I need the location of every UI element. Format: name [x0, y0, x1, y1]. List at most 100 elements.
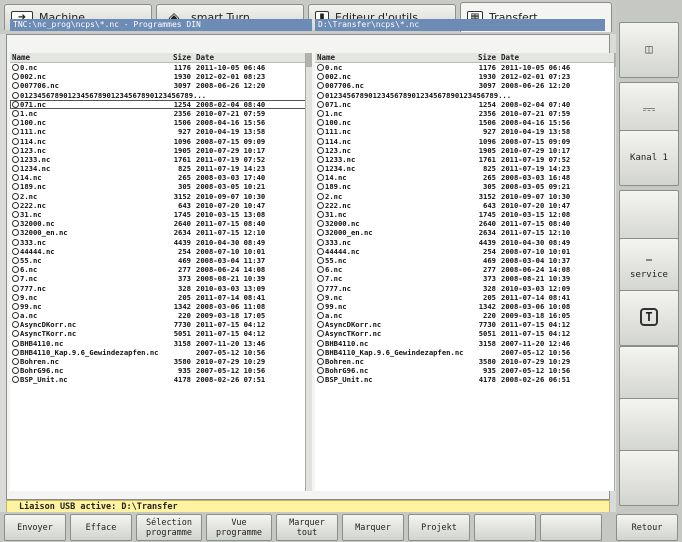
- file-row[interactable]: 071.nc 1254 2008-02-04 07:40: [315, 100, 621, 109]
- file-row[interactable]: 123.nc 1905 2010-07-29 10:17: [10, 146, 312, 155]
- file-row[interactable]: a.nc 220 2009-03-18 16:05: [315, 311, 621, 320]
- file-row[interactable]: 189.nc 305 2008-03-05 10:21: [10, 182, 312, 191]
- file-row[interactable]: 777.nc 328 2010-03-03 13:09: [10, 284, 312, 293]
- file-row[interactable]: 2.nc 3152 2010-09-07 10:30: [10, 192, 312, 201]
- file-row[interactable]: 7.nc 373 2008-08-21 10:39: [10, 274, 312, 283]
- view-program-button[interactable]: Vue programme: [206, 514, 272, 541]
- file-row[interactable]: 6.nc 277 2008-06-24 14:08: [315, 265, 621, 274]
- file-row[interactable]: BohrG96.nc 935 2007-05-12 10:56: [10, 366, 312, 375]
- file-row[interactable]: 99.nc 1342 2008-03-06 10:08: [315, 302, 621, 311]
- file-row[interactable]: 32000_en.nc 2634 2011-07-15 12:10: [315, 228, 621, 237]
- file-row[interactable]: 44444.nc 254 2008-07-10 10:01: [315, 247, 621, 256]
- file-row[interactable]: 31.nc 1745 2010-03-15 12:08: [315, 210, 621, 219]
- file-row[interactable]: AsyncTKorr.nc 5051 2011-07-15 04:12: [10, 329, 312, 338]
- send-button[interactable]: Envoyer: [4, 514, 66, 541]
- file-row[interactable]: 333.nc 4439 2010-04-30 08:49: [315, 238, 621, 247]
- file-row[interactable]: 1234.nc 825 2011-07-19 14:23: [10, 164, 312, 173]
- file-row[interactable]: a.nc 220 2009-03-18 17:05: [10, 311, 312, 320]
- scroll-thumb[interactable]: [306, 53, 312, 67]
- left-file-list[interactable]: Name Size Date 0.nc 1176 2011-10-05 06:46 0…: [10, 53, 312, 491]
- file-date: 2010-03-15 12:08: [501, 210, 571, 219]
- file-row[interactable]: 100.nc 1506 2008-04-16 15:56: [315, 118, 621, 127]
- file-row[interactable]: 99.nc 1342 2008-03-06 11:08: [10, 302, 312, 311]
- file-row[interactable]: AsyncDKorr.nc 7730 2011-07-15 04:12: [315, 320, 621, 329]
- file-row[interactable]: BHB4110_Kap.9.6_Gewindezapfen.nc 2007-05-…: [10, 348, 312, 357]
- projekt-button[interactable]: Projekt: [408, 514, 470, 541]
- file-row[interactable]: BohrG96.nc 935 2007-05-12 10:56: [315, 366, 621, 375]
- file-row[interactable]: 002.nc 1930 2012-02-01 08:23: [10, 72, 312, 81]
- side-key-8[interactable]: [619, 398, 679, 454]
- file-row[interactable]: 32000_en.nc 2634 2011-07-15 12:10: [10, 228, 312, 237]
- file-row[interactable]: 0.nc 1176 2011-10-05 06:46: [315, 63, 621, 72]
- file-row[interactable]: 123.nc 1905 2010-07-29 10:17: [315, 146, 621, 155]
- file-row[interactable]: 55.nc 469 2008-03-04 10:37: [315, 256, 621, 265]
- file-row[interactable]: 31.nc 1745 2010-03-15 13:08: [10, 210, 312, 219]
- file-size: 254: [178, 246, 191, 256]
- file-row[interactable]: 333.nc 4439 2010-04-30 08:49: [10, 238, 312, 247]
- file-row[interactable]: BHB4110.nc 3158 2007-11-20 13:46: [10, 339, 312, 348]
- file-row[interactable]: 14.nc 265 2008-03-03 17:40: [10, 173, 312, 182]
- file-row[interactable]: BHB4110_Kap.9.6_Gewindezapfen.nc 2007-05-…: [315, 348, 621, 357]
- file-row[interactable]: BHB4110.nc 3158 2007-11-20 12:46: [315, 339, 621, 348]
- file-row[interactable]: 222.nc 643 2010-07-20 10:47: [10, 201, 312, 210]
- empty-softkey-8[interactable]: [474, 514, 536, 541]
- back-button[interactable]: Retour: [616, 514, 678, 541]
- column-header-size[interactable]: Size: [160, 53, 194, 62]
- file-row[interactable]: 111.nc 927 2010-04-19 13:58: [315, 127, 621, 136]
- side-key-tool[interactable]: T: [619, 290, 679, 346]
- file-row[interactable]: 2.nc 3152 2010-09-07 10:30: [315, 192, 621, 201]
- column-header-date[interactable]: Date: [194, 53, 302, 62]
- file-row[interactable]: 189.nc 305 2008-03-05 09:21: [315, 182, 621, 191]
- file-row[interactable]: 1.nc 2356 2010-07-21 07:59: [315, 109, 621, 118]
- right-file-list[interactable]: Name Size Date 0.nc 1176 2011-10-05 06:46 0…: [315, 53, 621, 491]
- file-row[interactable]: 222.nc 643 2010-07-20 10:47: [315, 201, 621, 210]
- side-key-kanal[interactable]: Kanal 1: [619, 130, 679, 186]
- file-row[interactable]: 1233.nc 1761 2011-07-19 07:52: [10, 155, 312, 164]
- file-row[interactable]: 777.nc 328 2010-03-03 12:09: [315, 284, 621, 293]
- file-row[interactable]: 002.nc 1930 2012-02-01 07:23: [315, 72, 621, 81]
- column-header-name[interactable]: Name: [315, 53, 465, 62]
- file-row[interactable]: 9.nc 205 2011-07-14 08:41: [315, 293, 621, 302]
- file-row[interactable]: BSP_Unit.nc 4178 2008-02-26 07:51: [10, 375, 312, 384]
- file-name-text: 100.nc: [20, 118, 46, 128]
- file-row[interactable]: Bohren.nc 3580 2010-07-29 10:29: [315, 357, 621, 366]
- empty-softkey-9[interactable]: [540, 514, 602, 541]
- file-row[interactable]: 114.nc 1096 2008-07-15 09:09: [315, 137, 621, 146]
- file-row[interactable]: 1.nc 2356 2010-07-21 07:59: [10, 109, 312, 118]
- file-row[interactable]: 007706.nc 3097 2008-06-26 12:20: [315, 81, 621, 90]
- file-row[interactable]: AsyncTKorr.nc 5051 2011-07-15 04:12: [315, 329, 621, 338]
- file-row[interactable]: 9.nc 205 2011-07-14 08:41: [10, 293, 312, 302]
- side-key-1[interactable]: ◫: [619, 22, 679, 78]
- left-scrollbar[interactable]: [305, 53, 312, 491]
- column-header-date[interactable]: Date: [499, 53, 607, 62]
- file-row[interactable]: 100.nc 1506 2008-04-16 15:56: [10, 118, 312, 127]
- file-row[interactable]: Bohren.nc 3580 2010-07-29 10:29: [10, 357, 312, 366]
- file-row[interactable]: 071.nc 1254 2008-02-04 08:40: [10, 99, 312, 109]
- side-key-service[interactable]: ⎯ service: [619, 238, 679, 294]
- mark-all-button[interactable]: Marquer tout: [276, 514, 338, 541]
- file-row[interactable]: BSP_Unit.nc 4178 2008-02-26 06:51: [315, 375, 621, 384]
- file-row[interactable]: 111.nc 927 2010-04-19 13:58: [10, 127, 312, 136]
- file-row[interactable]: 007706.nc 3097 2008-06-26 12:20: [10, 81, 312, 90]
- file-row[interactable]: 1234.nc 825 2011-07-19 14:23: [315, 164, 621, 173]
- file-row[interactable]: 55.nc 469 2008-03-04 11:37: [10, 256, 312, 265]
- file-row[interactable]: 14.nc 265 2008-03-03 16:48: [315, 173, 621, 182]
- file-row[interactable]: 6.nc 277 2008-06-24 14:08: [10, 265, 312, 274]
- side-key-7[interactable]: [619, 346, 679, 402]
- file-row[interactable]: 7.nc 373 2008-08-21 10:39: [315, 274, 621, 283]
- file-row[interactable]: 0.nc 1176 2011-10-05 06:46: [10, 63, 312, 72]
- file-row[interactable]: 44444.nc 254 2008-07-10 10:01: [10, 247, 312, 256]
- file-row[interactable]: 32000.nc 2640 2011-07-15 08:40: [315, 219, 621, 228]
- file-row[interactable]: 32000.nc 2640 2011-07-15 08:40: [10, 219, 312, 228]
- file-row[interactable]: 0123456789012345678901234567890123456789…: [315, 91, 621, 100]
- file-row[interactable]: 114.nc 1096 2008-07-15 09:09: [10, 137, 312, 146]
- file-row[interactable]: AsyncDKorr.nc 7730 2011-07-15 04:12: [10, 320, 312, 329]
- column-header-size[interactable]: Size: [465, 53, 499, 62]
- file-row[interactable]: 1233.nc 1761 2011-07-19 07:52: [315, 155, 621, 164]
- select-program-button[interactable]: Sélection programme: [136, 514, 202, 541]
- file-row[interactable]: 0123456789012345678901234567890123456789…: [10, 91, 312, 100]
- side-key-9[interactable]: [619, 450, 679, 506]
- delete-button[interactable]: Efface: [70, 514, 132, 541]
- mark-button[interactable]: Marquer: [342, 514, 404, 541]
- column-header-name[interactable]: Name: [10, 53, 160, 62]
